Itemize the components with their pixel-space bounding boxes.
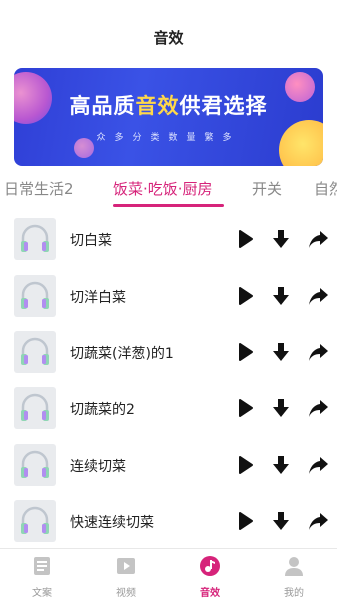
share-icon[interactable] <box>307 510 329 532</box>
category-tabs: 日常生活2 饭菜·吃饭·厨房 开关 自然 <box>0 176 337 208</box>
sound-row[interactable]: 切洋白菜 <box>0 269 337 325</box>
nav-label: 视频 <box>116 588 136 599</box>
nav-item-sound-effects[interactable]: 音效 <box>185 555 235 599</box>
play-icon[interactable] <box>234 510 256 532</box>
bottom-navigation: 文案 视频 音效 我的 <box>0 548 337 600</box>
sound-name: 切蔬菜(洋葱)的1 <box>70 346 174 362</box>
sound-row[interactable]: 连续切菜 <box>0 438 337 494</box>
tab-daily-life-2[interactable]: 日常生活2 <box>4 178 74 199</box>
share-icon[interactable] <box>307 341 329 363</box>
user-icon <box>285 557 303 576</box>
page-title: 音效 <box>153 28 184 47</box>
sound-row[interactable]: 切蔬菜(洋葱)的1 <box>0 325 337 381</box>
sound-row[interactable]: 切蔬菜的2 <box>0 381 337 437</box>
sound-name: 切洋白菜 <box>70 290 126 306</box>
nav-label: 音效 <box>200 588 220 599</box>
headphones-icon <box>14 331 56 373</box>
share-icon[interactable] <box>307 454 329 476</box>
play-icon[interactable] <box>234 341 256 363</box>
headphones-icon <box>14 444 56 486</box>
sound-name: 切白菜 <box>70 233 112 249</box>
headphones-icon <box>14 387 56 429</box>
sound-name: 连续切菜 <box>70 459 126 475</box>
share-icon[interactable] <box>307 228 329 250</box>
download-icon[interactable] <box>270 397 292 419</box>
video-icon <box>117 558 135 574</box>
download-icon[interactable] <box>270 285 292 307</box>
sound-row[interactable]: 切白菜 <box>0 212 337 268</box>
download-icon[interactable] <box>270 510 292 532</box>
nav-item-copywriting[interactable]: 文案 <box>17 555 67 599</box>
share-icon[interactable] <box>307 397 329 419</box>
promo-banner[interactable]: 高品质音效供君选择 众多分类数量繁多 <box>14 68 323 166</box>
music-disc-icon <box>200 556 220 576</box>
document-icon <box>34 557 50 575</box>
play-icon[interactable] <box>234 454 256 476</box>
banner-subtitle: 众多分类数量繁多 <box>96 133 241 143</box>
share-icon[interactable] <box>307 285 329 307</box>
play-icon[interactable] <box>234 228 256 250</box>
sound-name: 快速连续切菜 <box>70 515 154 531</box>
sound-row[interactable]: 快速连续切菜 <box>0 494 337 550</box>
tab-food-kitchen[interactable]: 饭菜·吃饭·厨房 <box>113 178 213 199</box>
sound-name: 切蔬菜的2 <box>70 402 135 418</box>
download-icon[interactable] <box>270 228 292 250</box>
headphones-icon <box>14 275 56 317</box>
play-icon[interactable] <box>234 397 256 419</box>
nav-item-video[interactable]: 视频 <box>101 555 151 599</box>
download-icon[interactable] <box>270 341 292 363</box>
tab-nature[interactable]: 自然 <box>314 178 337 199</box>
headphones-icon <box>14 500 56 542</box>
download-icon[interactable] <box>270 454 292 476</box>
banner-headline-highlight: 音效 <box>135 94 180 118</box>
nav-label: 文案 <box>32 588 52 599</box>
play-icon[interactable] <box>234 285 256 307</box>
headphones-icon <box>14 218 56 260</box>
active-tab-indicator <box>113 204 224 207</box>
nav-item-profile[interactable]: 我的 <box>269 555 319 599</box>
nav-label: 我的 <box>284 588 304 599</box>
tab-switch[interactable]: 开关 <box>252 178 282 199</box>
banner-decoration <box>279 120 323 166</box>
banner-headline: 高品质音效供君选择 <box>69 94 268 118</box>
app-header: 音效 <box>0 0 337 66</box>
